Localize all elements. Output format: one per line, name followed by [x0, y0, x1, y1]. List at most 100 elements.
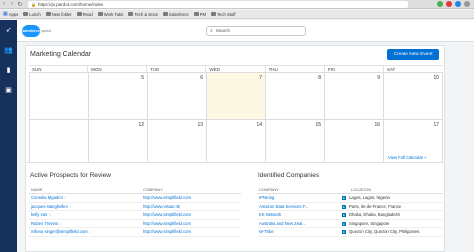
- folder-icon: [45, 12, 51, 16]
- folder-icon: [193, 12, 199, 16]
- briefcase-icon[interactable]: ▣: [0, 80, 17, 100]
- table-row: jacques stanghellini☆ http://www.visaur.…: [29, 203, 241, 211]
- prospects-title: Active Prospects for Review: [30, 172, 111, 179]
- table-row: Amazon Data Services F... in Paris, Ile-d…: [257, 203, 443, 211]
- bookmark-folder[interactable]: Tech & Docs: [128, 12, 158, 17]
- table-row: W-Tribe in Quezon City, Quezon City, Phil…: [257, 228, 443, 237]
- back-icon[interactable]: ‹: [0, 1, 8, 7]
- location-text: Paris, Ile-de-France, France: [349, 203, 402, 209]
- calendar-day[interactable]: 13: [148, 119, 207, 166]
- column-header: LOCATION: [351, 187, 372, 192]
- table-row: Cornelia Mgadmi☆ http://www.simplifield.…: [29, 194, 241, 203]
- pardot-label: pardot: [41, 28, 51, 33]
- calendar-day[interactable]: 6: [148, 73, 207, 120]
- calendar-day[interactable]: 14: [207, 119, 266, 166]
- table-row: IPNKing in Lagos, Lagos, Nigeria: [257, 194, 443, 203]
- linkedin-icon[interactable]: in: [342, 213, 346, 218]
- calendar-grid: 5 6 7 8 9 10 12 13 14 15 16 17: [29, 72, 443, 166]
- company-link[interactable]: http://www.simplifield.com: [143, 212, 191, 217]
- star-icon: ☆: [63, 196, 67, 201]
- linkedin-icon[interactable]: in: [342, 230, 346, 235]
- rocket-icon[interactable]: ➶: [0, 20, 17, 40]
- menu-icon[interactable]: [464, 1, 470, 7]
- location-text: Quezon City, Quezon City, Philippines: [349, 229, 420, 235]
- table-row: milena singer@simplifield.com☆ http://ww…: [29, 228, 241, 237]
- salesforce-logo[interactable]: salesforce: [22, 24, 40, 37]
- users-icon[interactable]: 👥: [0, 40, 17, 60]
- bookmark-folder[interactable]: Work Tabs: [97, 12, 123, 17]
- calendar-day[interactable]: 15: [266, 119, 325, 166]
- calendar-day[interactable]: 5: [89, 73, 148, 120]
- bookmark-folder[interactable]: Salesforce: [162, 12, 189, 17]
- star-icon: ☆: [88, 230, 92, 235]
- calendar-day[interactable]: 10: [384, 73, 443, 120]
- column-header: COMPANY: [259, 187, 279, 192]
- folder-icon: [97, 12, 103, 16]
- prospects-table: NAME COMPANY Cornelia Mgadmi☆ http://www…: [29, 187, 241, 237]
- folder-icon: [162, 12, 168, 16]
- bookmark-folder[interactable]: Read: [76, 12, 93, 17]
- bookmark-folder[interactable]: Lunch: [23, 12, 41, 17]
- extension-icon[interactable]: [437, 1, 443, 7]
- company-link[interactable]: W-Tribe: [259, 229, 274, 234]
- search-input[interactable]: ⌕ Search: [205, 25, 306, 36]
- linkedin-icon[interactable]: in: [342, 196, 346, 201]
- star-icon: ☆: [59, 221, 63, 226]
- search-placeholder: Search: [215, 28, 231, 33]
- create-event-button[interactable]: Create New Event: [387, 49, 439, 60]
- url-text: https://pi.pardot.com/home/index: [37, 1, 104, 7]
- lock-icon: 🔒: [31, 1, 36, 7]
- address-bar[interactable]: 🔒 https://pi.pardot.com/home/index: [28, 0, 408, 8]
- companies-title: Identified Companies: [258, 172, 320, 179]
- bookmark-folder[interactable]: New folder: [45, 12, 72, 17]
- calendar-day-today[interactable]: 7: [207, 73, 266, 120]
- search-icon: ⌕: [209, 27, 213, 34]
- company-link[interactable]: http://www.simplifield.com: [143, 229, 191, 234]
- calendar-day[interactable]: 9: [325, 73, 384, 120]
- calendar-day[interactable]: [30, 119, 89, 166]
- column-header: COMPANY: [143, 187, 163, 192]
- table-row: Australia and New Zeal... in Singapore, S…: [257, 220, 443, 228]
- company-link[interactable]: KS Network: [259, 212, 281, 217]
- bookmark-folder[interactable]: Tech Stuff: [210, 12, 236, 17]
- left-navigation: ➶ 👥 ▮ ▣: [0, 20, 17, 252]
- table-row: kelly van☆ http://www.simplifield.com: [29, 211, 241, 220]
- calendar-day[interactable]: [30, 73, 89, 120]
- linkedin-icon[interactable]: in: [342, 221, 346, 226]
- folder-icon: [210, 12, 216, 16]
- marketing-calendar-panel: Marketing Calendar Create New Event SUN …: [25, 45, 445, 166]
- bookmark-apps[interactable]: ▦ Apps: [3, 11, 18, 17]
- prospect-name-link[interactable]: jacques stanghellini: [31, 204, 68, 209]
- prospect-name-link[interactable]: kelly van: [31, 212, 47, 217]
- view-full-calendar-link[interactable]: View Full Calendar »: [388, 155, 427, 160]
- company-link[interactable]: Amazon Data Services F...: [259, 204, 308, 209]
- company-link[interactable]: IPNKing: [259, 195, 274, 200]
- company-link[interactable]: http://www.visaur.nk: [143, 204, 180, 209]
- bookmark-folder[interactable]: PM: [193, 12, 206, 17]
- extension-icon[interactable]: [455, 1, 461, 7]
- company-link[interactable]: http://www.simplifield.com: [143, 195, 191, 200]
- linkedin-icon[interactable]: in: [342, 204, 346, 209]
- app-header: salesforce pardot ⌕ Search: [17, 20, 474, 42]
- calendar-weekday-header: SUN MON TUE WED THU FRI SAT: [29, 65, 443, 73]
- calendar-day[interactable]: 16: [325, 119, 384, 166]
- column-header: NAME: [31, 187, 43, 192]
- folder-icon: [128, 12, 134, 16]
- star-icon: ☆: [48, 213, 52, 218]
- forward-icon[interactable]: ›: [8, 1, 16, 7]
- table-row: Ruben Trevino☆ http://www.simplifield.co…: [29, 220, 241, 228]
- company-link[interactable]: Australia and New Zeal...: [259, 221, 306, 226]
- browser-toolbar: ‹ › ↻ 🔒 https://pi.pardot.com/home/index: [0, 0, 474, 9]
- prospect-name-link[interactable]: Cornelia Mgadmi: [31, 195, 63, 200]
- star-icon: ☆: [68, 204, 72, 209]
- calendar-day[interactable]: 8: [266, 73, 325, 120]
- location-text: Lagos, Lagos, Nigeria: [349, 195, 390, 201]
- prospect-name-link[interactable]: milena singer@simplifield.com: [31, 229, 88, 234]
- calendar-title: Marketing Calendar: [30, 51, 92, 58]
- company-link[interactable]: http://www.simplifield.com: [143, 221, 191, 226]
- chart-icon[interactable]: ▮: [0, 60, 17, 80]
- extension-icon[interactable]: [446, 1, 452, 7]
- reload-icon[interactable]: ↻: [16, 1, 24, 8]
- prospect-name-link[interactable]: Ruben Trevino: [31, 221, 58, 226]
- calendar-day[interactable]: 12: [89, 119, 148, 166]
